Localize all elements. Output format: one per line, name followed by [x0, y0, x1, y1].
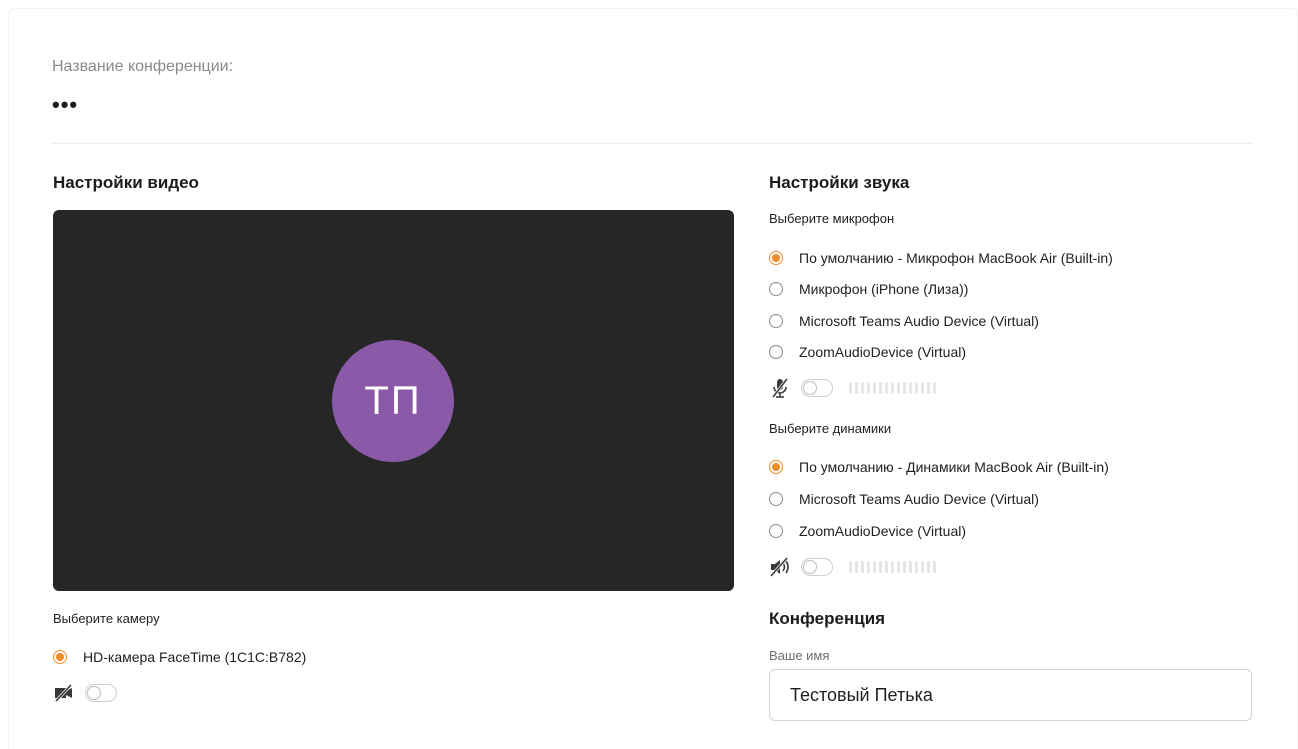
speaker-option-label: По умолчанию - Динамики MacBook Air (Bui… [799, 459, 1109, 475]
camera-controls [53, 681, 133, 705]
radio-checked[interactable] [53, 650, 67, 664]
conference-name-label: Название конференции: [52, 58, 234, 75]
radio-unchecked[interactable] [769, 345, 783, 359]
radio-unchecked[interactable] [769, 492, 783, 506]
microphone-option-label: ZoomAudioDevice (Virtual) [799, 344, 967, 360]
microphone-controls [769, 376, 936, 400]
camera-off-icon[interactable] [53, 682, 75, 704]
speaker-option[interactable]: ZoomAudioDevice (Virtual) [769, 521, 966, 541]
microphone-level-meter [849, 382, 936, 394]
microphone-off-icon[interactable] [769, 377, 791, 399]
your-name-label: Ваше имя [769, 648, 830, 663]
audio-settings-title: Настройки звука [769, 173, 910, 192]
avatar: ТП [332, 340, 454, 462]
speaker-option-label: ZoomAudioDevice (Virtual) [799, 523, 967, 539]
speaker-toggle[interactable] [801, 558, 833, 576]
speaker-option[interactable]: Microsoft Teams Audio Device (Virtual) [769, 489, 1039, 509]
microphone-toggle[interactable] [801, 379, 833, 397]
microphone-option-label: Microsoft Teams Audio Device (Virtual) [799, 313, 1039, 329]
camera-select-label: Выберите камеру [53, 611, 160, 626]
conference-section-title: Конференция [769, 609, 886, 628]
radio-unchecked[interactable] [769, 524, 783, 538]
camera-option-label: HD-камера FaceTime (1C1C:B782) [83, 649, 307, 665]
microphone-option-label: Микрофон (iPhone (Лиза)) [799, 281, 969, 297]
microphone-option[interactable]: ZoomAudioDevice (Virtual) [769, 342, 966, 362]
divider [52, 143, 1252, 144]
microphone-select-label: Выберите микрофон [769, 211, 895, 226]
conference-name-value: ••• [52, 92, 79, 117]
radio-unchecked[interactable] [769, 282, 783, 296]
speaker-option-label: Microsoft Teams Audio Device (Virtual) [799, 491, 1039, 507]
your-name-input[interactable] [769, 669, 1252, 721]
camera-option[interactable]: HD-камера FaceTime (1C1C:B782) [53, 647, 306, 667]
microphone-option[interactable]: Микрофон (iPhone (Лиза)) [769, 279, 968, 299]
microphone-option-label: По умолчанию - Микрофон MacBook Air (Bui… [799, 250, 1113, 266]
speaker-controls [769, 555, 936, 579]
microphone-option[interactable]: По умолчанию - Микрофон MacBook Air (Bui… [769, 248, 1113, 268]
speaker-select-label: Выберите динамики [769, 421, 892, 436]
speaker-option[interactable]: По умолчанию - Динамики MacBook Air (Bui… [769, 457, 1109, 477]
video-settings-title: Настройки видео [53, 173, 199, 192]
speaker-off-icon[interactable] [769, 556, 791, 578]
radio-checked[interactable] [769, 251, 783, 265]
radio-unchecked[interactable] [769, 314, 783, 328]
microphone-option[interactable]: Microsoft Teams Audio Device (Virtual) [769, 311, 1039, 331]
radio-checked[interactable] [769, 460, 783, 474]
speaker-level-meter [849, 561, 936, 573]
camera-toggle[interactable] [85, 684, 117, 702]
video-preview: ТП [53, 210, 734, 591]
